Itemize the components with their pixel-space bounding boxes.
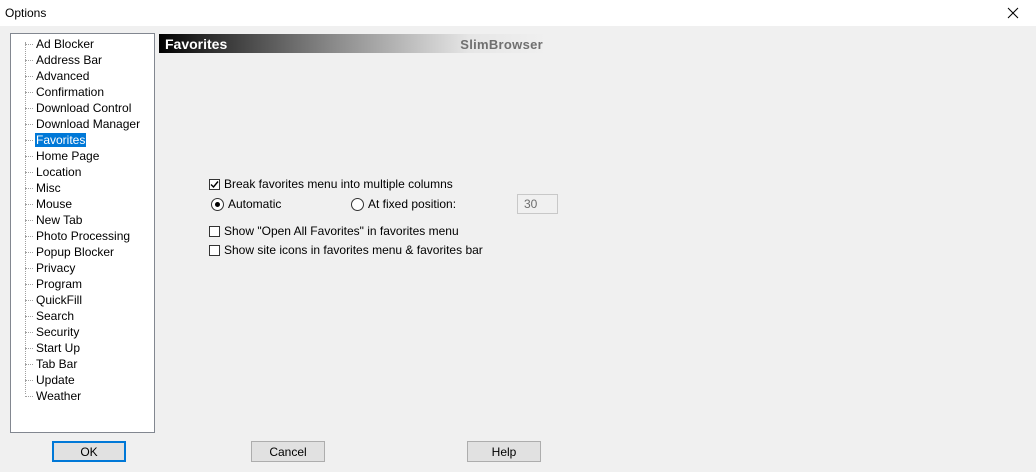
tree-item-privacy[interactable]: Privacy — [11, 260, 151, 276]
tree-item-label: Security — [36, 325, 80, 339]
tree-item-update[interactable]: Update — [11, 372, 151, 388]
show-open-all-checkbox[interactable] — [209, 225, 220, 237]
window-title: Options — [5, 6, 47, 20]
tree-connector — [25, 172, 33, 173]
tree-item-label: Start Up — [36, 341, 81, 355]
close-button[interactable] — [990, 0, 1036, 26]
fixed-position-option[interactable]: At fixed position: — [351, 197, 456, 211]
tree-item-address-bar[interactable]: Address Bar — [11, 52, 151, 68]
break-columns-label: Break favorites menu into multiple colum… — [224, 177, 453, 191]
tree-item-label: Tab Bar — [36, 357, 78, 371]
tree-item-location[interactable]: Location — [11, 164, 151, 180]
tree-connector — [25, 268, 33, 269]
tree-connector — [25, 220, 33, 221]
tree-connector — [25, 60, 33, 61]
tree-connector — [25, 300, 33, 301]
tree-item-new-tab[interactable]: New Tab — [11, 212, 151, 228]
tree-item-label: Address Bar — [36, 53, 103, 67]
tree-connector — [25, 124, 33, 125]
tree-connector — [25, 332, 33, 333]
options-dialog: Options Ad Blocker Address Bar Advanced Con… — [0, 0, 1036, 472]
tree-connector — [25, 348, 33, 349]
tree-connector — [25, 364, 33, 365]
show-site-icons-label: Show site icons in favorites menu & favo… — [224, 243, 483, 257]
tree-item-label: Download Control — [36, 101, 132, 115]
tree-item-start-up[interactable]: Start Up — [11, 340, 151, 356]
tree-connector — [25, 92, 33, 93]
tree-connector — [25, 380, 33, 381]
tree-item-label: New Tab — [36, 213, 83, 227]
tree-connector — [25, 284, 33, 285]
tree-item-label: Update — [36, 373, 75, 387]
tree-item-program[interactable]: Program — [11, 276, 151, 292]
tree-item-tab-bar[interactable]: Tab Bar — [11, 356, 151, 372]
tree-item-quickfill[interactable]: QuickFill — [11, 292, 151, 308]
tree-item-label: Misc — [36, 181, 61, 195]
tree-item-favorites[interactable]: Favorites — [11, 132, 151, 148]
show-site-icons-option[interactable]: Show site icons in favorites menu & favo… — [209, 243, 483, 257]
tree-item-weather[interactable]: Weather — [11, 388, 151, 404]
tree-item-label: Mouse — [36, 197, 73, 211]
title-bar[interactable]: Options — [0, 0, 1036, 26]
tree-item-confirmation[interactable]: Confirmation — [11, 84, 151, 100]
tree-item-label: Photo Processing — [36, 229, 131, 243]
tree-item-label: QuickFill — [36, 293, 83, 307]
show-open-all-option[interactable]: Show "Open All Favorites" in favorites m… — [209, 224, 459, 238]
tree-item-security[interactable]: Security — [11, 324, 151, 340]
tree-item-ad-blocker[interactable]: Ad Blocker — [11, 36, 151, 52]
tree-connector — [25, 108, 33, 109]
tree-item-label: Search — [36, 309, 75, 323]
tree-connector — [25, 44, 33, 45]
tree-item-advanced[interactable]: Advanced — [11, 68, 151, 84]
fixed-position-label: At fixed position: — [368, 197, 457, 211]
tree-item-download-manager[interactable]: Download Manager — [11, 116, 151, 132]
break-columns-option[interactable]: Break favorites menu into multiple colum… — [209, 177, 453, 191]
automatic-radio[interactable] — [211, 197, 224, 211]
tree-connector — [25, 76, 33, 77]
show-open-all-label: Show "Open All Favorites" in favorites m… — [224, 224, 459, 238]
ok-button[interactable]: OK — [52, 441, 126, 462]
automatic-label: Automatic — [228, 197, 282, 211]
tree-item-misc[interactable]: Misc — [11, 180, 151, 196]
fixed-position-input[interactable]: 30 — [517, 194, 558, 214]
fixed-position-radio[interactable] — [351, 197, 364, 211]
tree-item-label: Advanced — [36, 69, 90, 83]
brand-label: SlimBrowser — [460, 37, 543, 52]
tree-connector — [25, 156, 33, 157]
tree-item-search[interactable]: Search — [11, 308, 151, 324]
tree-item-mouse[interactable]: Mouse — [11, 196, 151, 212]
tree-connector — [25, 204, 33, 205]
tree-item-label: Confirmation — [36, 85, 105, 99]
tree-connector — [25, 188, 33, 189]
cancel-button[interactable]: Cancel — [251, 441, 325, 462]
break-columns-checkbox[interactable] — [209, 178, 220, 190]
tree-item-label: Home Page — [36, 149, 100, 163]
tree-connector — [25, 140, 33, 141]
tree-item-download-control[interactable]: Download Control — [11, 100, 151, 116]
tree-item-label: Program — [36, 277, 83, 291]
category-tree[interactable]: Ad Blocker Address Bar Advanced Confirmatio… — [10, 33, 155, 433]
tree-item-popup-blocker[interactable]: Popup Blocker — [11, 244, 151, 260]
tree-item-label: Favorites — [35, 133, 87, 147]
tree-item-home-page[interactable]: Home Page — [11, 148, 151, 164]
tree-item-label: Privacy — [36, 261, 76, 275]
close-icon — [1007, 7, 1019, 19]
panel-title: Favorites — [165, 36, 228, 52]
radio-selected-dot — [215, 201, 220, 207]
tree-item-label: Ad Blocker — [36, 37, 95, 51]
tree-item-label: Location — [36, 165, 82, 179]
tree-connector — [25, 396, 33, 397]
help-button[interactable]: Help — [467, 441, 541, 462]
tree-item-label: Weather — [36, 389, 82, 403]
tree-item-label: Popup Blocker — [36, 245, 115, 259]
tree-connector — [25, 252, 33, 253]
show-site-icons-checkbox[interactable] — [209, 244, 220, 256]
tree-connector — [25, 236, 33, 237]
tree-item-photo-processing[interactable]: Photo Processing — [11, 228, 151, 244]
checkmark-icon — [210, 180, 219, 188]
tree-item-label: Download Manager — [36, 117, 141, 131]
automatic-option[interactable]: Automatic — [211, 197, 281, 211]
panel-header: Favorites SlimBrowser — [159, 34, 547, 53]
tree-connector — [25, 316, 33, 317]
